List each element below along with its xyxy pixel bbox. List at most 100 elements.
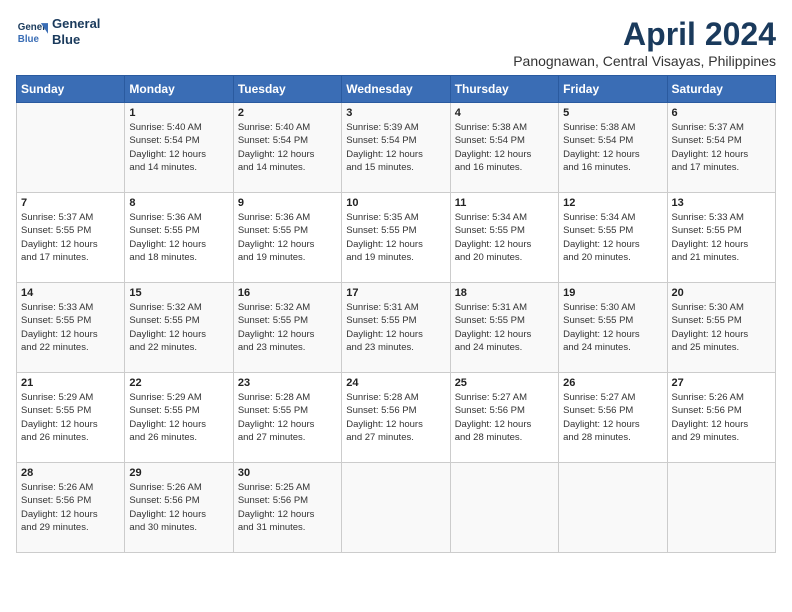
header-cell-monday: Monday <box>125 76 233 103</box>
day-info: Sunrise: 5:29 AM Sunset: 5:55 PM Dayligh… <box>129 391 228 444</box>
day-number: 28 <box>21 467 120 479</box>
day-cell: 26Sunrise: 5:27 AM Sunset: 5:56 PM Dayli… <box>559 373 667 463</box>
day-cell: 23 Sunrise: 5:28 AM Sunset: 5:55 PM Dayli… <box>233 373 341 463</box>
day-info: Sunrise: 5:26 AM Sunset: 5:56 PM Dayligh… <box>21 481 120 534</box>
day-info: Sunrise: 5:26 AM Sunset: 5:56 PM Dayligh… <box>129 481 228 534</box>
day-number: 15 <box>129 287 228 299</box>
calendar-header: SundayMondayTuesdayWednesdayThursdayFrid… <box>17 76 776 103</box>
day-info: Sunrise: 5:26 AM Sunset: 5:56 PM Dayligh… <box>672 391 771 444</box>
day-number: 30 <box>238 467 337 479</box>
day-cell: 6 Sunrise: 5:37 AM Sunset: 5:54 PM Daylig… <box>667 103 775 193</box>
day-cell: 8 Sunrise: 5:36 AM Sunset: 5:55 PM Daylig… <box>125 193 233 283</box>
day-cell: 3 Sunrise: 5:39 AM Sunset: 5:54 PM Daylig… <box>342 103 450 193</box>
day-info: Sunrise: 5:39 AM Sunset: 5:54 PM Dayligh… <box>346 121 445 174</box>
day-info: Sunrise: 5:34 AM Sunset: 5:55 PM Dayligh… <box>455 211 554 264</box>
day-cell: 22 Sunrise: 5:29 AM Sunset: 5:55 PM Dayli… <box>125 373 233 463</box>
day-number: 24 <box>346 377 445 389</box>
day-number: 26 <box>563 377 662 389</box>
day-info: Sunrise: 5:28 AM Sunset: 5:56 PM Dayligh… <box>346 391 445 444</box>
day-number: 25 <box>455 377 554 389</box>
day-info: Sunrise: 5:38 AM Sunset: 5:54 PM Dayligh… <box>455 121 554 174</box>
week-row-1: 1 Sunrise: 5:40 AM Sunset: 5:54 PM Daylig… <box>17 103 776 193</box>
day-cell <box>559 463 667 553</box>
day-cell: 2 Sunrise: 5:40 AM Sunset: 5:54 PM Daylig… <box>233 103 341 193</box>
week-row-4: 21 Sunrise: 5:29 AM Sunset: 5:55 PM Dayli… <box>17 373 776 463</box>
day-number: 11 <box>455 197 554 209</box>
day-cell: 25 Sunrise: 5:27 AM Sunset: 5:56 PM Dayli… <box>450 373 558 463</box>
header-cell-saturday: Saturday <box>667 76 775 103</box>
day-cell: 30Sunrise: 5:25 AM Sunset: 5:56 PM Dayli… <box>233 463 341 553</box>
day-cell: 14Sunrise: 5:33 AM Sunset: 5:55 PM Dayli… <box>17 283 125 373</box>
day-cell: 16Sunrise: 5:32 AM Sunset: 5:55 PM Dayli… <box>233 283 341 373</box>
day-info: Sunrise: 5:36 AM Sunset: 5:55 PM Dayligh… <box>129 211 228 264</box>
day-cell: 18 Sunrise: 5:31 AM Sunset: 5:55 PM Dayli… <box>450 283 558 373</box>
logo-icon: General Blue <box>16 16 48 48</box>
day-number: 16 <box>238 287 337 299</box>
day-cell: 17Sunrise: 5:31 AM Sunset: 5:55 PM Dayli… <box>342 283 450 373</box>
day-cell <box>450 463 558 553</box>
day-cell: 9 Sunrise: 5:36 AM Sunset: 5:55 PM Daylig… <box>233 193 341 283</box>
day-info: Sunrise: 5:40 AM Sunset: 5:54 PM Dayligh… <box>129 121 228 174</box>
day-number: 22 <box>129 377 228 389</box>
day-cell <box>17 103 125 193</box>
day-info: Sunrise: 5:27 AM Sunset: 5:56 PM Dayligh… <box>455 391 554 444</box>
day-number: 12 <box>563 197 662 209</box>
day-cell: 15 Sunrise: 5:32 AM Sunset: 5:55 PM Dayli… <box>125 283 233 373</box>
day-number: 29 <box>129 467 228 479</box>
day-info: Sunrise: 5:32 AM Sunset: 5:55 PM Dayligh… <box>129 301 228 354</box>
day-cell: 5 Sunrise: 5:38 AM Sunset: 5:54 PM Daylig… <box>559 103 667 193</box>
subtitle: Panognawan, Central Visayas, Philippines <box>513 53 776 69</box>
title-block: April 2024 Panognawan, Central Visayas, … <box>513 16 776 69</box>
header-cell-thursday: Thursday <box>450 76 558 103</box>
day-number: 21 <box>21 377 120 389</box>
day-cell: 7Sunrise: 5:37 AM Sunset: 5:55 PM Daylig… <box>17 193 125 283</box>
day-cell: 11 Sunrise: 5:34 AM Sunset: 5:55 PM Dayli… <box>450 193 558 283</box>
day-number: 19 <box>563 287 662 299</box>
logo: General Blue General Blue <box>16 16 100 48</box>
day-info: Sunrise: 5:34 AM Sunset: 5:55 PM Dayligh… <box>563 211 662 264</box>
day-number: 10 <box>346 197 445 209</box>
page-header: General Blue General Blue April 2024 Pan… <box>16 16 776 69</box>
day-info: Sunrise: 5:40 AM Sunset: 5:54 PM Dayligh… <box>238 121 337 174</box>
day-info: Sunrise: 5:33 AM Sunset: 5:55 PM Dayligh… <box>21 301 120 354</box>
day-number: 3 <box>346 107 445 119</box>
day-info: Sunrise: 5:31 AM Sunset: 5:55 PM Dayligh… <box>455 301 554 354</box>
day-number: 2 <box>238 107 337 119</box>
day-number: 23 <box>238 377 337 389</box>
day-number: 4 <box>455 107 554 119</box>
week-row-5: 28 Sunrise: 5:26 AM Sunset: 5:56 PM Dayli… <box>17 463 776 553</box>
day-number: 27 <box>672 377 771 389</box>
day-info: Sunrise: 5:38 AM Sunset: 5:54 PM Dayligh… <box>563 121 662 174</box>
day-info: Sunrise: 5:30 AM Sunset: 5:55 PM Dayligh… <box>672 301 771 354</box>
day-info: Sunrise: 5:33 AM Sunset: 5:55 PM Dayligh… <box>672 211 771 264</box>
day-number: 6 <box>672 107 771 119</box>
day-info: Sunrise: 5:36 AM Sunset: 5:55 PM Dayligh… <box>238 211 337 264</box>
header-row: SundayMondayTuesdayWednesdayThursdayFrid… <box>17 76 776 103</box>
day-info: Sunrise: 5:37 AM Sunset: 5:54 PM Dayligh… <box>672 121 771 174</box>
day-number: 13 <box>672 197 771 209</box>
day-cell: 29 Sunrise: 5:26 AM Sunset: 5:56 PM Dayli… <box>125 463 233 553</box>
day-cell: 20 Sunrise: 5:30 AM Sunset: 5:55 PM Dayli… <box>667 283 775 373</box>
day-info: Sunrise: 5:30 AM Sunset: 5:55 PM Dayligh… <box>563 301 662 354</box>
header-cell-tuesday: Tuesday <box>233 76 341 103</box>
day-info: Sunrise: 5:28 AM Sunset: 5:55 PM Dayligh… <box>238 391 337 444</box>
day-number: 20 <box>672 287 771 299</box>
day-cell: 24 Sunrise: 5:28 AM Sunset: 5:56 PM Dayli… <box>342 373 450 463</box>
header-cell-friday: Friday <box>559 76 667 103</box>
header-cell-wednesday: Wednesday <box>342 76 450 103</box>
day-info: Sunrise: 5:29 AM Sunset: 5:55 PM Dayligh… <box>21 391 120 444</box>
day-cell: 21 Sunrise: 5:29 AM Sunset: 5:55 PM Dayli… <box>17 373 125 463</box>
day-cell: 28 Sunrise: 5:26 AM Sunset: 5:56 PM Dayli… <box>17 463 125 553</box>
day-cell: 4 Sunrise: 5:38 AM Sunset: 5:54 PM Daylig… <box>450 103 558 193</box>
day-info: Sunrise: 5:35 AM Sunset: 5:55 PM Dayligh… <box>346 211 445 264</box>
day-number: 7 <box>21 197 120 209</box>
day-number: 18 <box>455 287 554 299</box>
logo-text: General Blue <box>52 16 100 47</box>
day-number: 8 <box>129 197 228 209</box>
day-number: 9 <box>238 197 337 209</box>
day-cell: 13 Sunrise: 5:33 AM Sunset: 5:55 PM Dayli… <box>667 193 775 283</box>
week-row-2: 7Sunrise: 5:37 AM Sunset: 5:55 PM Daylig… <box>17 193 776 283</box>
day-number: 1 <box>129 107 228 119</box>
day-cell: 12 Sunrise: 5:34 AM Sunset: 5:55 PM Dayli… <box>559 193 667 283</box>
day-number: 5 <box>563 107 662 119</box>
